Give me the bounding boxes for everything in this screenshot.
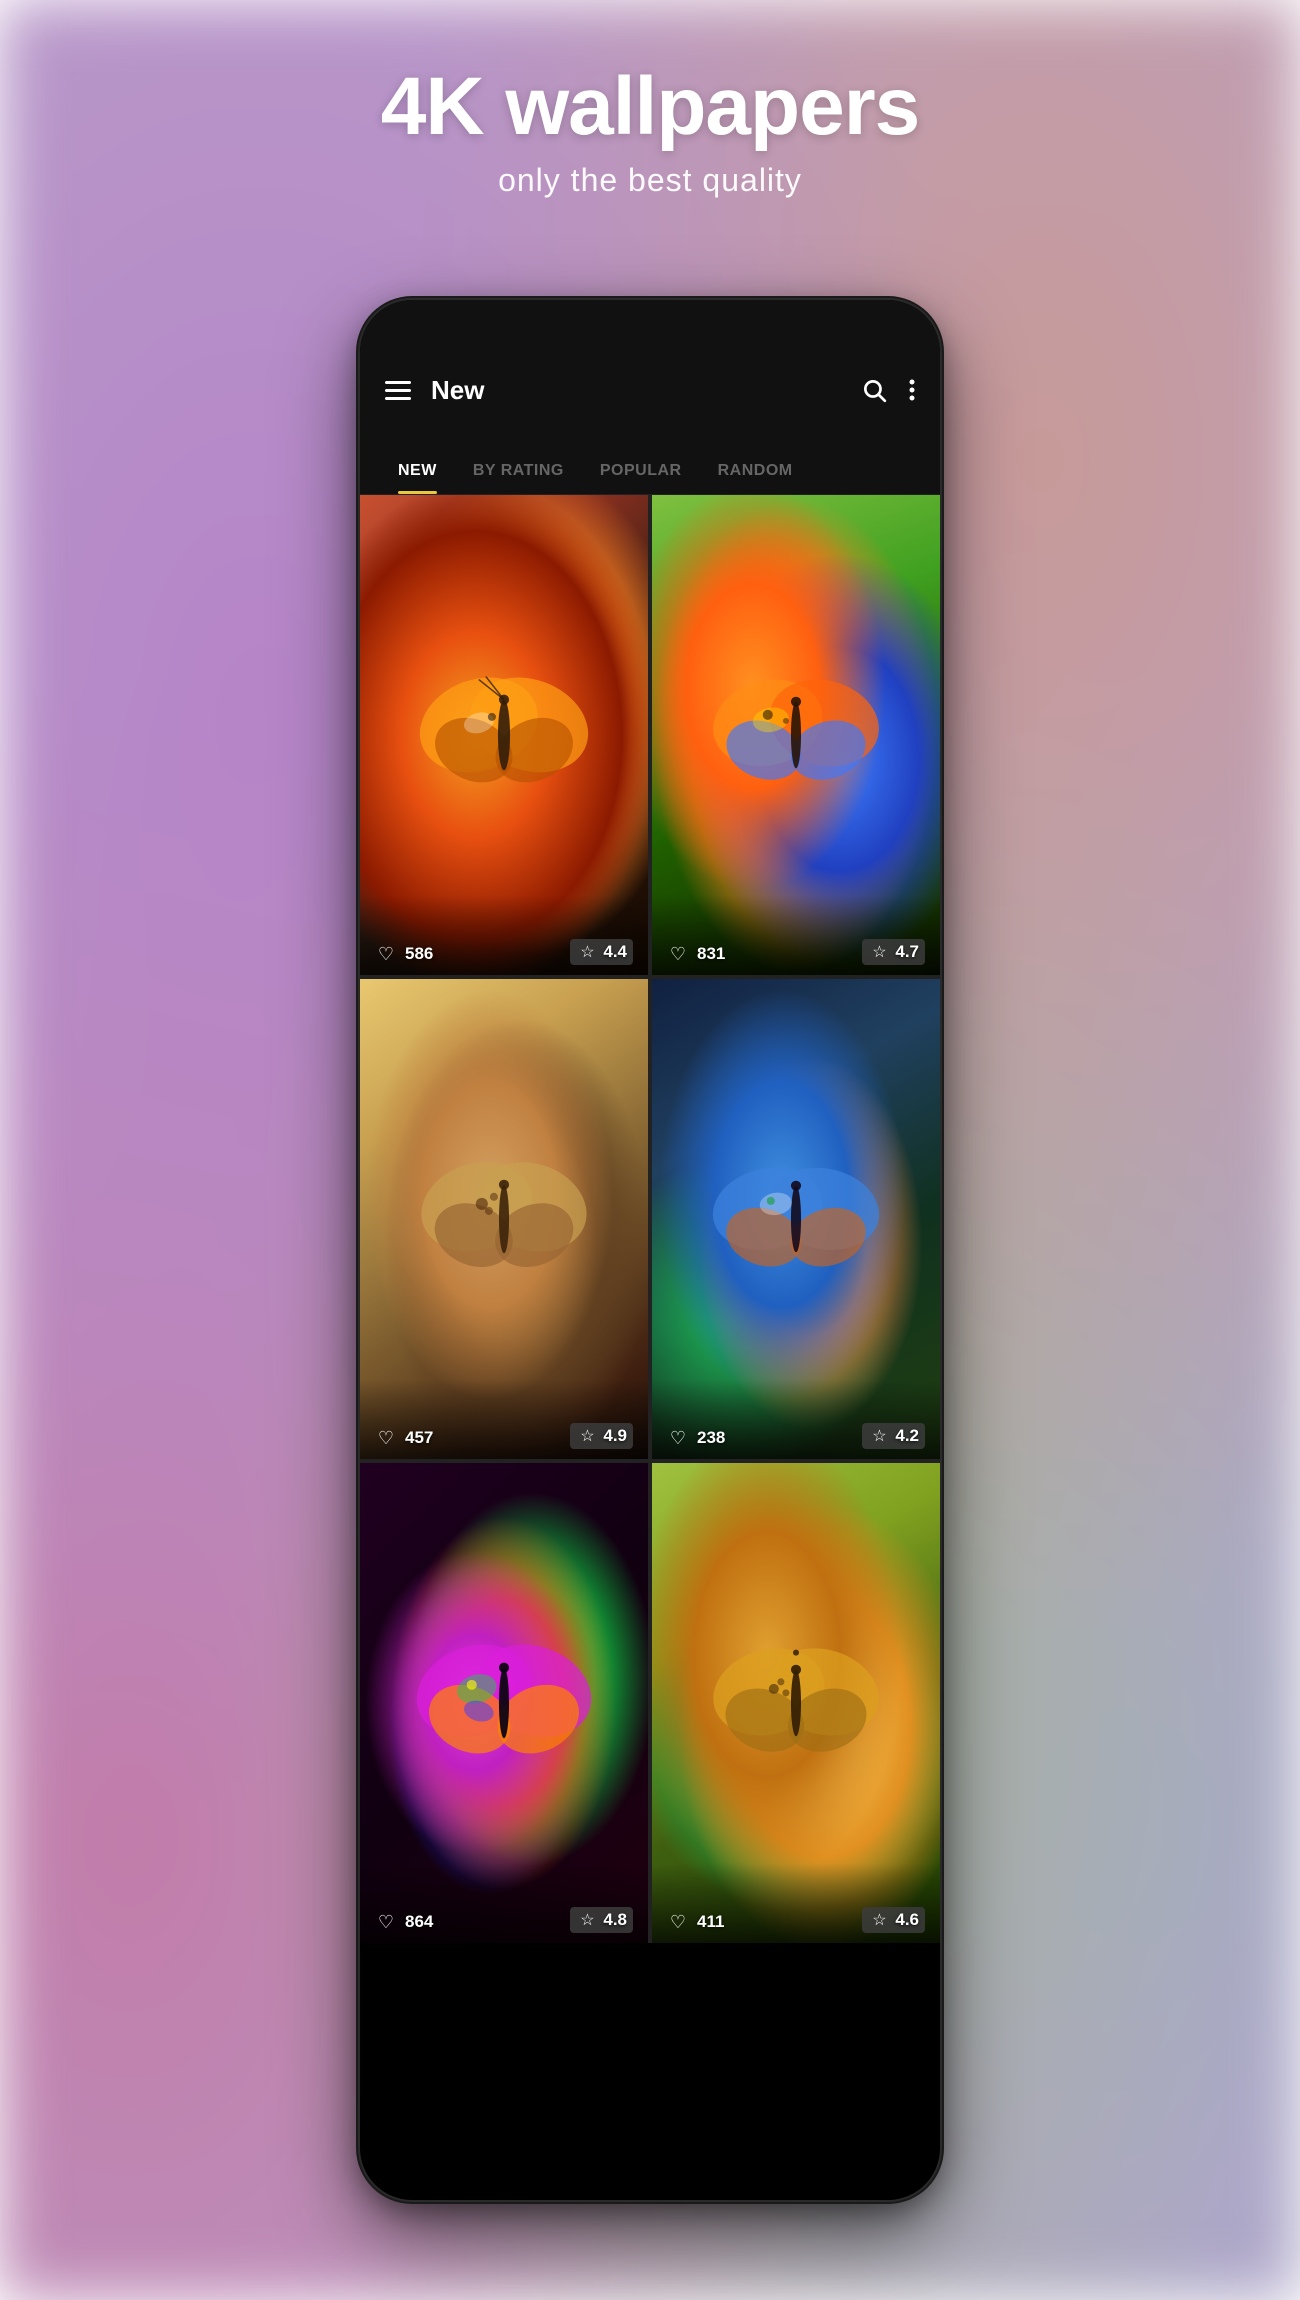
hamburger-icon[interactable] [385,381,411,400]
item-stats-left-5: ♡ 864 [375,1911,433,1933]
item-stats-left-6: ♡ 411 [667,1911,724,1933]
heart-icon-5: ♡ [375,1911,397,1933]
rating-num-6: 4.6 [895,1910,919,1930]
butterfly-decoration-5 [403,1535,605,1871]
like-count-3: 457 [405,1428,433,1448]
item-overlay-3: ♡ 457 ☆ 4.9 [360,1379,648,1459]
butterfly-decoration-4 [695,1051,897,1387]
rating-num-4: 4.2 [895,1426,919,1446]
wallpaper-item-6[interactable]: ♡ 411 ☆ 4.6 [652,1463,940,1943]
wallpaper-item-5[interactable]: ♡ 864 ☆ 4.8 [360,1463,648,1943]
more-options-icon[interactable] [909,377,915,403]
butterfly-decoration-2 [695,567,897,903]
star-icon-4: ☆ [868,1425,890,1447]
wallpaper-item-3[interactable]: ♡ 457 ☆ 4.9 [360,979,648,1459]
heart-icon-3: ♡ [375,1427,397,1449]
item-stats-left-3: ♡ 457 [375,1427,433,1449]
wallpaper-item-2[interactable]: ♡ 831 ☆ 4.7 [652,495,940,975]
rating-3: ☆ 4.9 [570,1423,633,1449]
app-bar: New [360,350,940,430]
item-overlay-6: ♡ 411 ☆ 4.6 [652,1863,940,1943]
sub-title: only the best quality [0,162,1300,199]
rating-num-2: 4.7 [895,942,919,962]
rating-num-5: 4.8 [603,1910,627,1930]
app-bar-right [861,377,915,403]
star-icon-3: ☆ [576,1425,598,1447]
header-section: 4K wallpapers only the best quality [0,60,1300,199]
rating-2: ☆ 4.7 [862,939,925,965]
butterfly-decoration-1 [403,567,605,903]
like-count-4: 238 [697,1428,725,1448]
tab-random[interactable]: RANDOM [700,462,811,494]
like-count-1: 586 [405,944,433,964]
wallpaper-item-1[interactable]: ♡ 586 ☆ 4.4 [360,495,648,975]
item-stats-left-4: ♡ 238 [667,1427,725,1449]
item-stats-left-1: ♡ 586 [375,943,433,965]
wallpaper-grid: ♡ 586 ☆ 4.4 [360,495,940,1943]
status-bar [360,300,940,350]
heart-icon-6: ♡ [667,1911,689,1933]
tab-new[interactable]: NEW [380,462,455,494]
butterfly-decoration-6 [695,1535,897,1871]
item-stats-left-2: ♡ 831 [667,943,725,965]
butterfly-decoration-3 [403,1051,605,1387]
item-overlay-4: ♡ 238 ☆ 4.2 [652,1379,940,1459]
item-overlay-1: ♡ 586 ☆ 4.4 [360,895,648,975]
heart-icon-2: ♡ [667,943,689,965]
app-title: New [431,375,484,406]
item-overlay-2: ♡ 831 ☆ 4.7 [652,895,940,975]
phone-screen: New [360,300,940,2200]
rating-5: ☆ 4.8 [570,1907,633,1933]
wallpaper-item-4[interactable]: ♡ 238 ☆ 4.2 [652,979,940,1459]
phone-frame: New [360,300,940,2200]
rating-num-1: 4.4 [603,942,627,962]
tab-popular[interactable]: POPULAR [582,462,700,494]
tab-bar: NEW BY RATING POPULAR RANDOM [360,430,940,495]
star-icon-6: ☆ [868,1909,890,1931]
rating-num-3: 4.9 [603,1426,627,1446]
rating-4: ☆ 4.2 [862,1423,925,1449]
app-bar-left: New [385,375,484,406]
like-count-5: 864 [405,1912,433,1932]
search-icon[interactable] [861,377,887,403]
heart-icon-4: ♡ [667,1427,689,1449]
tab-by-rating[interactable]: BY RATING [455,462,582,494]
like-count-2: 831 [697,944,725,964]
like-count-6: 411 [697,1912,724,1932]
rating-1: ☆ 4.4 [570,939,633,965]
heart-icon-1: ♡ [375,943,397,965]
item-overlay-5: ♡ 864 ☆ 4.8 [360,1863,648,1943]
star-icon-5: ☆ [576,1909,598,1931]
main-title: 4K wallpapers [0,60,1300,154]
star-icon-1: ☆ [576,941,598,963]
phone-mockup: New [360,300,940,2200]
star-icon-2: ☆ [868,941,890,963]
rating-6: ☆ 4.6 [862,1907,925,1933]
